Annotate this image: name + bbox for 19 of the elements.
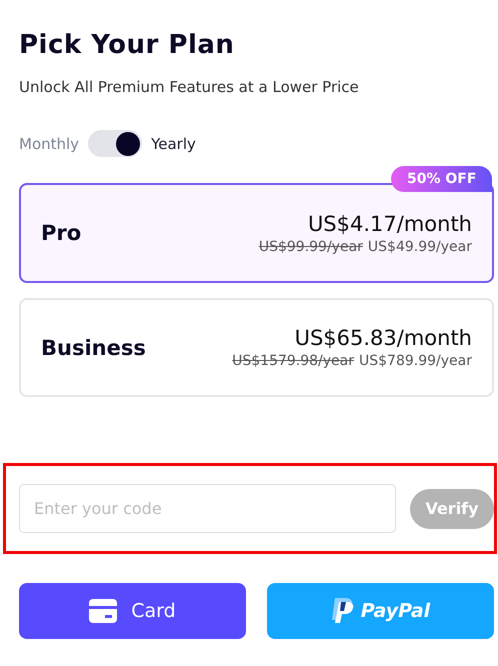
discount-badge: 50% OFF bbox=[391, 166, 492, 192]
page-title: Pick Your Plan bbox=[19, 30, 236, 60]
original-price: US$1579.98/year bbox=[232, 353, 354, 369]
plan-card[interactable]: Business US$65.83/month US$1579.98/year US$789.99/year bbox=[19, 298, 494, 397]
credit-card-icon bbox=[89, 599, 118, 623]
page-subtitle: Unlock All Premium Features at a Lower Price bbox=[19, 78, 360, 96]
original-price: US$99.99/year bbox=[258, 238, 363, 254]
monthly-price: US$4.17/month bbox=[308, 212, 472, 236]
paypal-logo-icon bbox=[330, 598, 355, 624]
billing-toggle[interactable] bbox=[88, 130, 142, 157]
card-button[interactable]: Card bbox=[19, 583, 246, 639]
plan-card[interactable]: Pro US$4.17/month US$99.99/year US$49.99/year bbox=[19, 183, 494, 283]
plan-name: Business bbox=[41, 336, 146, 360]
yearly-price: US$49.99/year bbox=[368, 238, 472, 254]
plan-name: Pro bbox=[41, 221, 82, 245]
yearly-label: Yearly bbox=[151, 134, 196, 152]
monthly-label: Monthly bbox=[19, 134, 80, 152]
monthly-price: US$65.83/month bbox=[294, 326, 472, 350]
yearly-price: US$789.99/year bbox=[359, 353, 472, 369]
